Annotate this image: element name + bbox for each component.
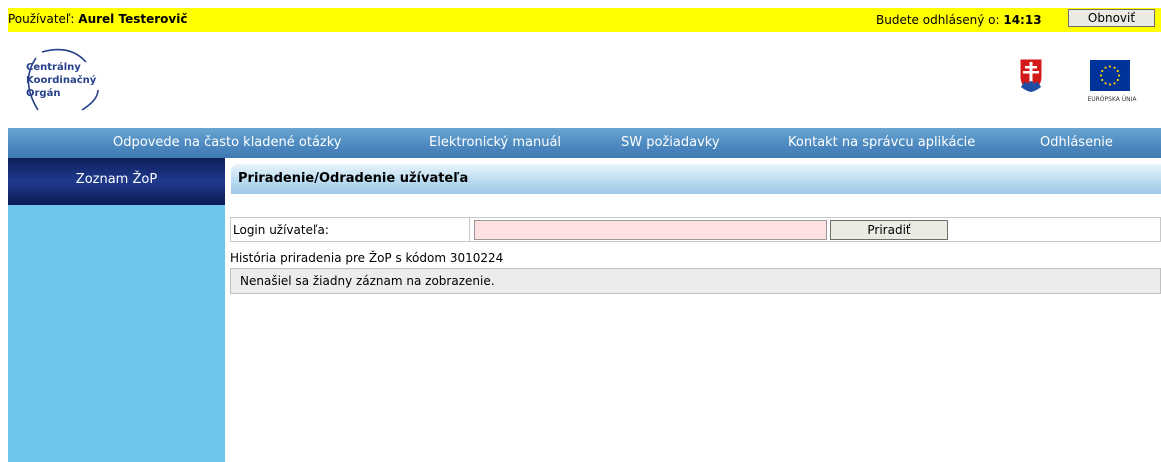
cko-logo: Centrálny Koordinačný Orgán	[22, 48, 104, 114]
nav-manual[interactable]: Elektronický manuál	[429, 135, 561, 150]
empty-results-message: Nenašiel sa žiadny záznam na zobrazenie.	[240, 274, 495, 288]
login-label: Login užívateľa:	[233, 223, 329, 237]
eu-flag-icon	[1090, 60, 1130, 91]
nav-sw-requests[interactable]: SW požiadavky	[621, 135, 720, 150]
sidebar: Zoznam ŽoP	[8, 158, 225, 462]
user-label: Používateľ:	[8, 12, 79, 26]
logo-line-3: Orgán	[26, 88, 61, 99]
main-nav: Odpovede na často kladené otázky Elektro…	[8, 128, 1161, 158]
main-content: Priradenie/Odradenie užívateľa Login uží…	[225, 158, 1161, 462]
user-info-bar: Používateľ: Aurel Testerovič Budete odhl…	[8, 8, 1161, 32]
page-title-bar: Priradenie/Odradenie užívateľa	[231, 164, 1161, 194]
nav-faq[interactable]: Odpovede na často kladené otázky	[113, 135, 342, 150]
login-form-row: Login užívateľa: Priradiť	[230, 217, 1161, 242]
empty-results-row: Nenašiel sa žiadny záznam na zobrazenie.	[230, 268, 1161, 294]
slovak-coat-of-arms-icon	[1019, 58, 1043, 93]
eu-caption: EURÓPSKA ÚNIA	[1087, 96, 1137, 103]
user-name: Aurel Testerovič	[78, 12, 188, 26]
page-header: Centrálny Koordinačný Orgán EURÓPSKA ÚNI…	[8, 32, 1161, 128]
logo-line-2: Koordinačný	[26, 75, 97, 86]
eu-logo: EURÓPSKA ÚNIA	[1087, 60, 1161, 105]
current-user: Používateľ: Aurel Testerovič	[8, 12, 187, 26]
session-timeout-value: 14:13	[1003, 13, 1042, 27]
page-title: Priradenie/Odradenie užívateľa	[238, 171, 469, 186]
session-timeout-label: Budete odhlásený o:	[876, 13, 1004, 27]
nav-admin-contact[interactable]: Kontakt na správcu aplikácie	[788, 135, 975, 150]
logo-line-1: Centrálny	[26, 62, 81, 73]
assign-button[interactable]: Priradiť	[830, 220, 948, 240]
sidebar-item-zop-list[interactable]: Zoznam ŽoP	[8, 158, 225, 205]
nav-logout[interactable]: Odhlásenie	[1040, 135, 1113, 150]
login-input[interactable]	[474, 220, 827, 240]
session-timeout: Budete odhlásený o: 14:13	[876, 13, 1042, 27]
refresh-button[interactable]: Obnoviť	[1068, 9, 1155, 27]
cell-divider	[469, 218, 470, 241]
history-heading: História priradenia pre ŽoP s kódom 3010…	[230, 251, 504, 265]
